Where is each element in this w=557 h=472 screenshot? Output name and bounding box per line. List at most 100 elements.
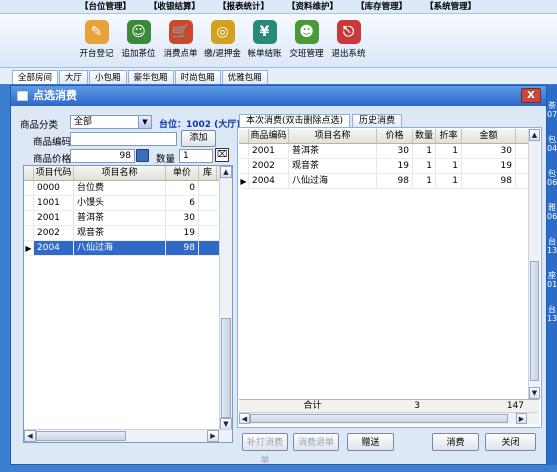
toolbar-button-4[interactable]: ¥ 帐单结账 xyxy=(244,14,285,67)
order-col-header[interactable]: 金额 xyxy=(462,129,516,143)
close-icon[interactable]: X xyxy=(521,88,541,103)
table-row[interactable]: 0000 台位费 0 xyxy=(24,181,232,196)
dialog-icon xyxy=(17,91,28,101)
toolbar-label-4: 帐单结账 xyxy=(247,49,282,59)
side-strip-text: 台 xyxy=(548,305,556,314)
product-col-header[interactable]: 项目代码 xyxy=(34,166,74,180)
order-qty: 1 xyxy=(413,174,436,188)
qty-label: 数量 xyxy=(156,154,176,165)
order-vscroll[interactable]: ▲ ▼ xyxy=(528,129,540,399)
row-indicator-icon: ▶ xyxy=(24,241,34,255)
order-amount: 98 xyxy=(462,174,516,188)
order-qty: 1 xyxy=(413,144,436,158)
row-indicator-icon: ▶ xyxy=(239,174,249,188)
total-qty: 3 xyxy=(414,401,420,411)
room-tab-0[interactable]: 全部房间 xyxy=(12,70,59,84)
hscroll-thumb[interactable] xyxy=(250,414,508,423)
room-tabs: 全部房间 大厅 小包厢 豪华包厢 时尚包厢 优雅包厢 xyxy=(0,68,557,84)
scroll-up-icon[interactable]: ▲ xyxy=(529,129,540,141)
register-icon: ✎ xyxy=(84,20,109,44)
order-name: 观音茶 xyxy=(289,159,377,173)
product-price: 0 xyxy=(166,181,199,195)
product-hscroll[interactable]: ◀ ▶ xyxy=(24,429,232,442)
toolbar-button-0[interactable]: ✎ 开台登记 xyxy=(76,14,117,67)
scroll-left-icon[interactable]: ◀ xyxy=(239,413,250,424)
category-select[interactable]: 全部 ▼ xyxy=(70,115,152,129)
product-grid-header: 项目代码 项目名称 单价库 xyxy=(24,166,232,181)
table-row[interactable]: 2002 观音茶 19 xyxy=(24,226,232,241)
calculator-icon[interactable] xyxy=(136,149,149,162)
person-add-icon: ☺ xyxy=(126,20,151,44)
edit-icon[interactable]: ⌧ xyxy=(215,148,229,162)
product-col-header[interactable]: 单价 xyxy=(166,166,199,180)
qty-input[interactable]: 1 xyxy=(179,149,213,163)
total-label: 合计 xyxy=(303,401,322,411)
order-rate: 1 xyxy=(436,159,462,173)
product-col-header[interactable]: 项目名称 xyxy=(74,166,166,180)
gift-button[interactable]: 赠送 xyxy=(347,433,394,451)
scroll-up-icon[interactable]: ▲ xyxy=(220,166,232,178)
room-tab-1[interactable]: 大厅 xyxy=(59,70,89,84)
chevron-down-icon[interactable]: ▼ xyxy=(138,116,151,128)
consume-button[interactable]: 消费 xyxy=(432,433,479,451)
scroll-right-icon[interactable]: ▶ xyxy=(516,413,527,424)
table-row[interactable]: 2002 观音茶 19 1 1 19 xyxy=(239,159,540,174)
toolbar-button-6[interactable]: ⎋ 退出系统 xyxy=(328,14,369,67)
scroll-down-icon[interactable]: ▼ xyxy=(529,387,540,399)
room-tab-5[interactable]: 优雅包厢 xyxy=(221,70,268,84)
order-col-header[interactable]: 商品编码 xyxy=(249,129,289,143)
order-hscroll[interactable]: ◀ ▶ xyxy=(239,412,539,424)
table-row[interactable]: ▶ 2004 八仙过海 98 xyxy=(24,241,232,256)
order-col-header[interactable]: 数量 xyxy=(413,129,436,143)
tab-current-consume[interactable]: 本次消费(双击删除点选) xyxy=(239,114,351,128)
menu-bar: 【台位管理】 【收银结算】 【报表统计】 【资料维护】 【库存管理】 【系统管理】 xyxy=(0,0,557,14)
refund-button[interactable]: 消费退单 xyxy=(293,433,339,451)
menu-item-5[interactable]: 【系统管理】 xyxy=(425,0,476,13)
menu-item-1[interactable]: 【收银结算】 xyxy=(149,0,200,13)
product-code: 1001 xyxy=(34,196,74,210)
room-tab-2[interactable]: 小包厢 xyxy=(89,70,127,84)
add-button[interactable]: 添加 xyxy=(181,130,216,147)
order-col-header[interactable]: 项目名称 xyxy=(289,129,377,143)
room-tab-4[interactable]: 时尚包厢 xyxy=(174,70,221,84)
toolbar-button-2[interactable]: 🛒 消费点单 xyxy=(160,14,201,67)
table-row[interactable]: 2001 普洱茶 30 1 1 30 xyxy=(239,144,540,159)
price-input[interactable]: 98 xyxy=(70,149,135,163)
side-strip: 茶 07 包 04 包 06 雅 06 台 13 座 01 台 13 xyxy=(547,85,557,465)
product-vscroll[interactable]: ▲ ▼ xyxy=(219,166,232,430)
hscroll-thumb[interactable] xyxy=(36,431,126,441)
scroll-thumb[interactable] xyxy=(530,261,539,381)
room-tab-3[interactable]: 豪华包厢 xyxy=(127,70,174,84)
scroll-left-icon[interactable]: ◀ xyxy=(24,430,36,442)
toolbar-button-3[interactable]: ◎ 缴/退押金 xyxy=(202,14,243,67)
toolbar-button-1[interactable]: ☺ 追加茶位 xyxy=(118,14,159,67)
tab-history[interactable]: 历史消费 xyxy=(352,114,403,128)
menu-item-0[interactable]: 【台位管理】 xyxy=(80,0,131,13)
order-col-header[interactable]: 折率 xyxy=(436,129,462,143)
order-qty: 1 xyxy=(413,159,436,173)
code-input[interactable] xyxy=(70,132,177,146)
order-rate: 1 xyxy=(436,174,462,188)
side-strip-text: 06 xyxy=(547,212,557,221)
table-row[interactable]: 1001 小馒头 6 xyxy=(24,196,232,211)
order-code: 2002 xyxy=(249,159,289,173)
table-row[interactable]: 2001 普洱茶 30 xyxy=(24,211,232,226)
table-row[interactable]: ▶ 2004 八仙过海 98 1 1 98 xyxy=(239,174,540,189)
side-strip-text: 13 xyxy=(547,246,557,255)
close-button[interactable]: 关闭 xyxy=(485,433,536,451)
cart-icon: 🛒 xyxy=(168,20,193,44)
menu-item-2[interactable]: 【报表统计】 xyxy=(218,0,269,13)
side-strip-text: 茶 xyxy=(548,101,556,110)
product-col-header[interactable]: 库 xyxy=(199,166,217,180)
scroll-right-icon[interactable]: ▶ xyxy=(207,430,219,442)
reprint-button[interactable]: 补打消费单 xyxy=(242,433,288,466)
grid-corner xyxy=(24,166,34,180)
product-code: 2001 xyxy=(34,211,74,225)
menu-item-3[interactable]: 【资料维护】 xyxy=(287,0,338,13)
toolbar-label-3: 缴/退押金 xyxy=(204,49,241,59)
scroll-thumb[interactable] xyxy=(221,318,231,418)
menu-item-4[interactable]: 【库存管理】 xyxy=(356,0,407,13)
toolbar-button-5[interactable]: ☻ 交班管理 xyxy=(286,14,327,67)
side-strip-text: 雅 xyxy=(548,203,556,212)
order-col-header[interactable]: 价格 xyxy=(377,129,413,143)
